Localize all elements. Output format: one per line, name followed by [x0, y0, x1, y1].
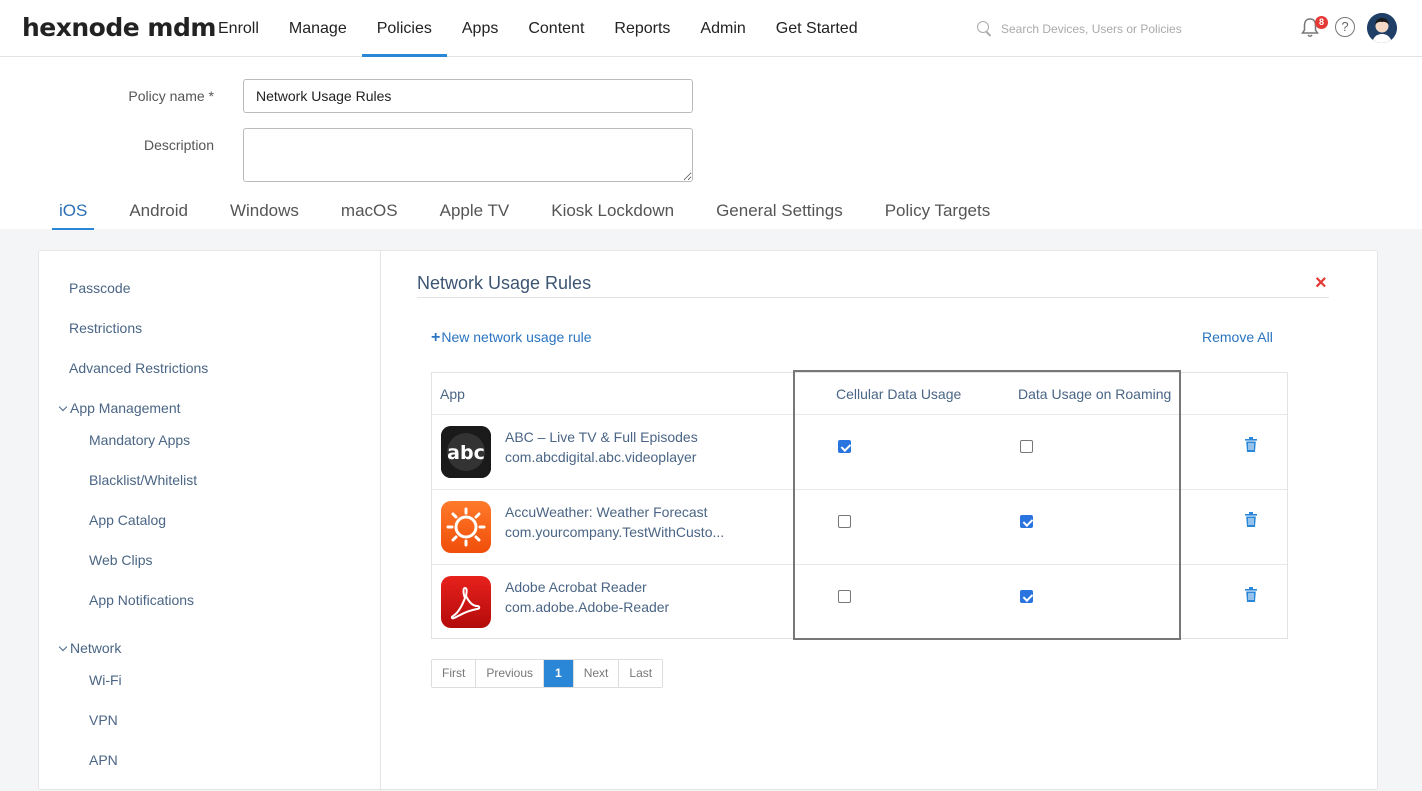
tab-apple-tv[interactable]: Apple TV	[419, 196, 531, 230]
sidebar-item-passcode[interactable]: Passcode	[69, 280, 130, 296]
sidebar-item-wifi[interactable]: Wi-Fi	[89, 672, 122, 688]
policy-name-input[interactable]	[243, 79, 693, 113]
sidebar-item-advanced-restrictions[interactable]: Advanced Restrictions	[69, 360, 208, 376]
trash-icon[interactable]	[1245, 512, 1257, 527]
accuweather-app-icon	[441, 501, 491, 553]
sidebar-section-network[interactable]: Network	[58, 640, 122, 656]
cellular-data-checkbox[interactable]	[838, 590, 851, 603]
sidebar-item-blacklist-whitelist[interactable]: Blacklist/Whitelist	[89, 472, 197, 488]
column-header-roaming: Data Usage on Roaming	[1018, 386, 1172, 402]
app-name: Adobe Acrobat Reader	[505, 579, 647, 595]
search-input[interactable]	[1001, 22, 1231, 36]
main-nav: Enroll Manage Policies Apps Content Repo…	[203, 0, 873, 57]
trash-icon[interactable]	[1245, 437, 1257, 452]
user-avatar[interactable]	[1367, 13, 1397, 43]
nav-get-started[interactable]: Get Started	[761, 0, 873, 57]
page-previous-button[interactable]: Previous	[476, 660, 545, 687]
policy-content-card: Passcode Restrictions Advanced Restricti…	[38, 250, 1378, 791]
sidebar-section-label: App Management	[70, 400, 181, 416]
table-row: abc ABC – Live TV & Full Episodes com.ab…	[432, 414, 1287, 489]
nav-enroll[interactable]: Enroll	[203, 0, 274, 57]
description-label: Description	[143, 137, 214, 153]
help-icon[interactable]: ?	[1335, 17, 1355, 37]
roaming-data-checkbox[interactable]	[1020, 590, 1033, 603]
app-bundle-id: com.adobe.Adobe-Reader	[505, 599, 670, 615]
nav-policies[interactable]: Policies	[361, 0, 448, 57]
sidebar-item-restrictions[interactable]: Restrictions	[69, 320, 142, 336]
cellular-data-checkbox[interactable]	[838, 440, 851, 453]
tab-general-settings[interactable]: General Settings	[695, 196, 864, 230]
adobe-acrobat-app-icon	[441, 576, 491, 628]
app-name: ABC – Live TV & Full Episodes	[505, 429, 698, 445]
tab-android[interactable]: Android	[108, 196, 209, 230]
notification-count-badge: 8	[1315, 16, 1328, 29]
network-usage-table: App Cellular Data Usage Data Usage on Ro…	[431, 372, 1288, 639]
abc-app-icon: abc	[441, 426, 491, 478]
policy-name-label: Policy name *	[128, 88, 214, 104]
sidebar-item-app-catalog[interactable]: App Catalog	[89, 512, 166, 528]
section-title: Network Usage Rules	[417, 273, 592, 293]
close-icon[interactable]: ×	[1315, 273, 1327, 293]
roaming-data-checkbox[interactable]	[1020, 515, 1033, 528]
page-last-button[interactable]: Last	[619, 660, 663, 687]
tab-windows[interactable]: Windows	[209, 196, 320, 230]
app-name: AccuWeather: Weather Forecast	[505, 504, 708, 520]
title-divider	[417, 297, 1329, 298]
plus-icon: +	[431, 329, 441, 346]
new-rule-label: New network usage rule	[441, 329, 592, 345]
new-network-usage-rule-button[interactable]: +New network usage rule	[431, 329, 592, 347]
app-bundle-id: com.yourcompany.TestWithCusto...	[505, 524, 725, 540]
roaming-data-checkbox[interactable]	[1020, 440, 1033, 453]
chevron-down-icon	[58, 642, 68, 652]
description-textarea[interactable]	[243, 128, 693, 182]
nav-reports[interactable]: Reports	[599, 0, 685, 57]
sidebar-section-label: Network	[70, 640, 122, 656]
sidebar-item-apn[interactable]: APN	[89, 752, 118, 768]
table-row: AccuWeather: Weather Forecast com.yourco…	[432, 489, 1287, 564]
column-header-cellular: Cellular Data Usage	[836, 386, 962, 402]
sidebar-item-web-clips[interactable]: Web Clips	[89, 552, 153, 568]
chevron-down-icon	[58, 402, 68, 412]
hexnode-logo[interactable]: hexnode mdm	[22, 13, 216, 42]
sidebar-item-vpn[interactable]: VPN	[89, 712, 118, 728]
tab-ios[interactable]: iOS	[38, 196, 108, 230]
global-search	[975, 18, 1235, 40]
tab-macos[interactable]: macOS	[320, 196, 419, 230]
nav-admin[interactable]: Admin	[685, 0, 760, 57]
abc-logo-text: abc	[447, 442, 485, 464]
table-row: Adobe Acrobat Reader com.adobe.Adobe-Rea…	[432, 564, 1287, 639]
pagination: First Previous 1 Next Last	[431, 659, 664, 688]
sidebar-section-app-management[interactable]: App Management	[58, 400, 181, 416]
tab-policy-targets[interactable]: Policy Targets	[864, 196, 1012, 230]
column-header-app: App	[440, 386, 465, 402]
policy-sidebar: Passcode Restrictions Advanced Restricti…	[39, 251, 381, 791]
remove-all-button[interactable]: Remove All	[1202, 329, 1273, 345]
page-first-button[interactable]: First	[432, 660, 477, 687]
nav-content[interactable]: Content	[513, 0, 599, 57]
search-icon	[975, 20, 993, 38]
page-next-button[interactable]: Next	[573, 660, 620, 687]
app-bundle-id: com.abcdigital.abc.videoplayer	[505, 449, 697, 465]
trash-icon[interactable]	[1245, 587, 1257, 602]
sidebar-item-mandatory-apps[interactable]: Mandatory Apps	[89, 432, 190, 448]
nav-apps[interactable]: Apps	[447, 0, 513, 57]
top-bar: hexnode mdm Enroll Manage Policies Apps …	[0, 0, 1422, 57]
nav-manage[interactable]: Manage	[274, 0, 362, 57]
platform-tabs: iOS Android Windows macOS Apple TV Kiosk…	[38, 196, 1011, 230]
tab-kiosk-lockdown[interactable]: Kiosk Lockdown	[530, 196, 695, 230]
sidebar-item-app-notifications[interactable]: App Notifications	[89, 592, 194, 608]
page-current-button[interactable]: 1	[544, 660, 574, 687]
cellular-data-checkbox[interactable]	[838, 515, 851, 528]
